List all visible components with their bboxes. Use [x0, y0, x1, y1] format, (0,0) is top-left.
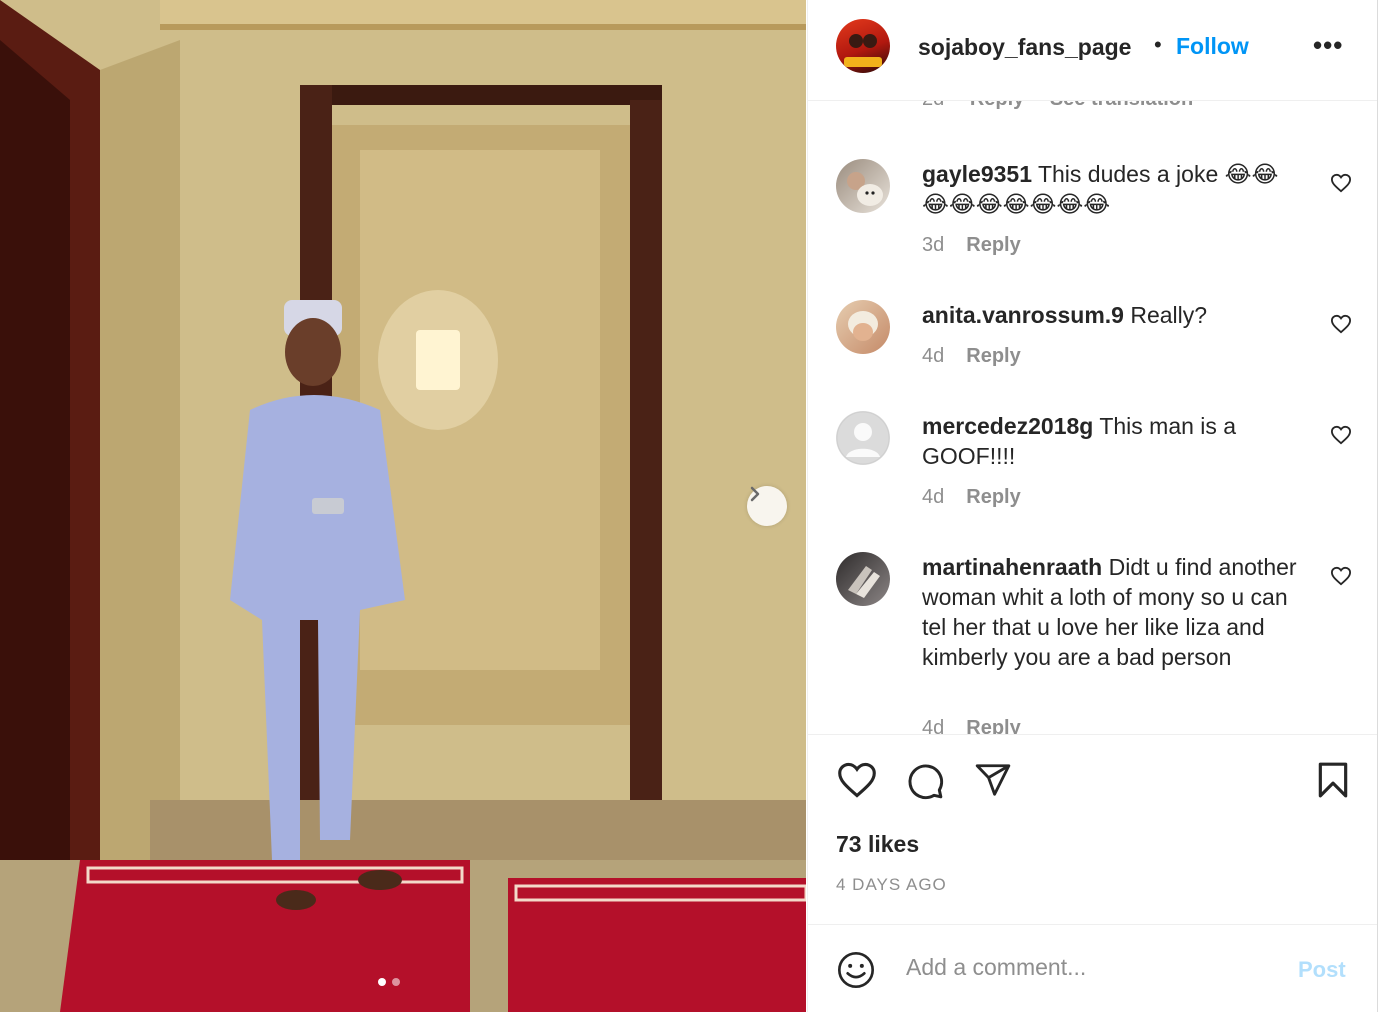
comment-meta: 4d Reply — [922, 486, 1021, 509]
carousel-dot — [392, 978, 400, 986]
comments-list[interactable]: 2d Reply See translation gayle9351 This … — [808, 100, 1377, 734]
commenter-avatar-image — [848, 311, 878, 341]
see-translation-button[interactable]: See translation — [1050, 100, 1193, 110]
account-username[interactable]: sojaboy_fans_page — [918, 34, 1131, 61]
comment-username[interactable]: martinahenraath — [922, 554, 1102, 580]
comment-username[interactable]: mercedez2018g — [922, 413, 1093, 439]
heart-icon[interactable] — [1330, 566, 1352, 586]
carousel-dot-active — [378, 978, 386, 986]
comment-body: gayle9351 This dudes a joke 😂😂😂😂😂😂😂😂😂 — [922, 159, 1302, 219]
comment-meta: 3d Reply — [922, 234, 1021, 257]
comment-text: Really? — [1130, 302, 1208, 328]
heart-icon[interactable] — [1330, 314, 1352, 334]
commenter-avatar[interactable] — [836, 552, 890, 606]
commenter-avatar-image — [848, 566, 880, 598]
comment-input[interactable] — [904, 953, 1268, 982]
commenter-avatar[interactable] — [836, 411, 890, 465]
heart-icon[interactable] — [1330, 173, 1352, 193]
reply-button[interactable]: Reply — [966, 717, 1020, 734]
bookmark-icon[interactable] — [1316, 761, 1350, 799]
comment-meta: 4d Reply — [922, 717, 1021, 734]
post-side-panel: sojaboy_fans_page • Follow ••• 2d Reply … — [807, 0, 1378, 1012]
comment-username[interactable]: anita.vanrossum.9 — [922, 302, 1124, 328]
reply-button[interactable]: Reply — [970, 100, 1024, 110]
post-header: sojaboy_fans_page • Follow ••• — [808, 0, 1377, 101]
partial-comment-meta: 2d Reply See translation — [922, 100, 1213, 111]
post-comment-button[interactable]: Post — [1298, 957, 1346, 983]
comment-icon[interactable] — [904, 761, 946, 801]
default-avatar-icon — [836, 411, 890, 465]
comment-body: mercedez2018g This man is a GOOF!!!! — [922, 411, 1302, 471]
account-avatar-image — [844, 34, 882, 67]
comment-username[interactable]: gayle9351 — [922, 161, 1032, 187]
account-avatar[interactable] — [836, 19, 890, 73]
comment-time: 2d — [922, 100, 944, 110]
post-actions: 73 likes 4 DAYS AGO — [808, 734, 1377, 925]
more-options-button[interactable]: ••• — [1313, 30, 1343, 61]
commenter-avatar-image — [847, 172, 883, 206]
share-icon[interactable] — [974, 761, 1012, 799]
commenter-avatar[interactable] — [836, 159, 890, 213]
chevron-right-icon — [750, 486, 760, 502]
carousel-next-button[interactable] — [747, 486, 787, 526]
heart-icon[interactable] — [1330, 425, 1352, 445]
comment-meta: 4d Reply — [922, 345, 1021, 368]
comment-body: martinahenraath Didt u find another woma… — [922, 552, 1302, 672]
reply-button[interactable]: Reply — [966, 345, 1020, 367]
carousel-indicator — [378, 978, 400, 986]
follow-button[interactable]: Follow — [1176, 33, 1249, 60]
likes-count[interactable]: 73 likes — [836, 831, 919, 858]
heart-icon[interactable] — [836, 761, 878, 799]
comment-time: 4d — [922, 345, 945, 367]
header-separator: • — [1154, 32, 1162, 57]
post-timestamp[interactable]: 4 DAYS AGO — [836, 875, 947, 895]
reply-button[interactable]: Reply — [966, 234, 1020, 256]
reply-button[interactable]: Reply — [966, 486, 1020, 508]
post-image[interactable] — [0, 0, 806, 1012]
comment-composer: Post — [808, 924, 1377, 1013]
comment-time: 4d — [922, 717, 945, 734]
commenter-avatar[interactable] — [836, 300, 890, 354]
comment-body: anita.vanrossum.9 Really? — [922, 300, 1302, 330]
photo-illustration — [0, 0, 806, 1012]
emoji-icon[interactable] — [836, 950, 876, 990]
comment-time: 4d — [922, 486, 945, 508]
comment-time: 3d — [922, 234, 945, 256]
